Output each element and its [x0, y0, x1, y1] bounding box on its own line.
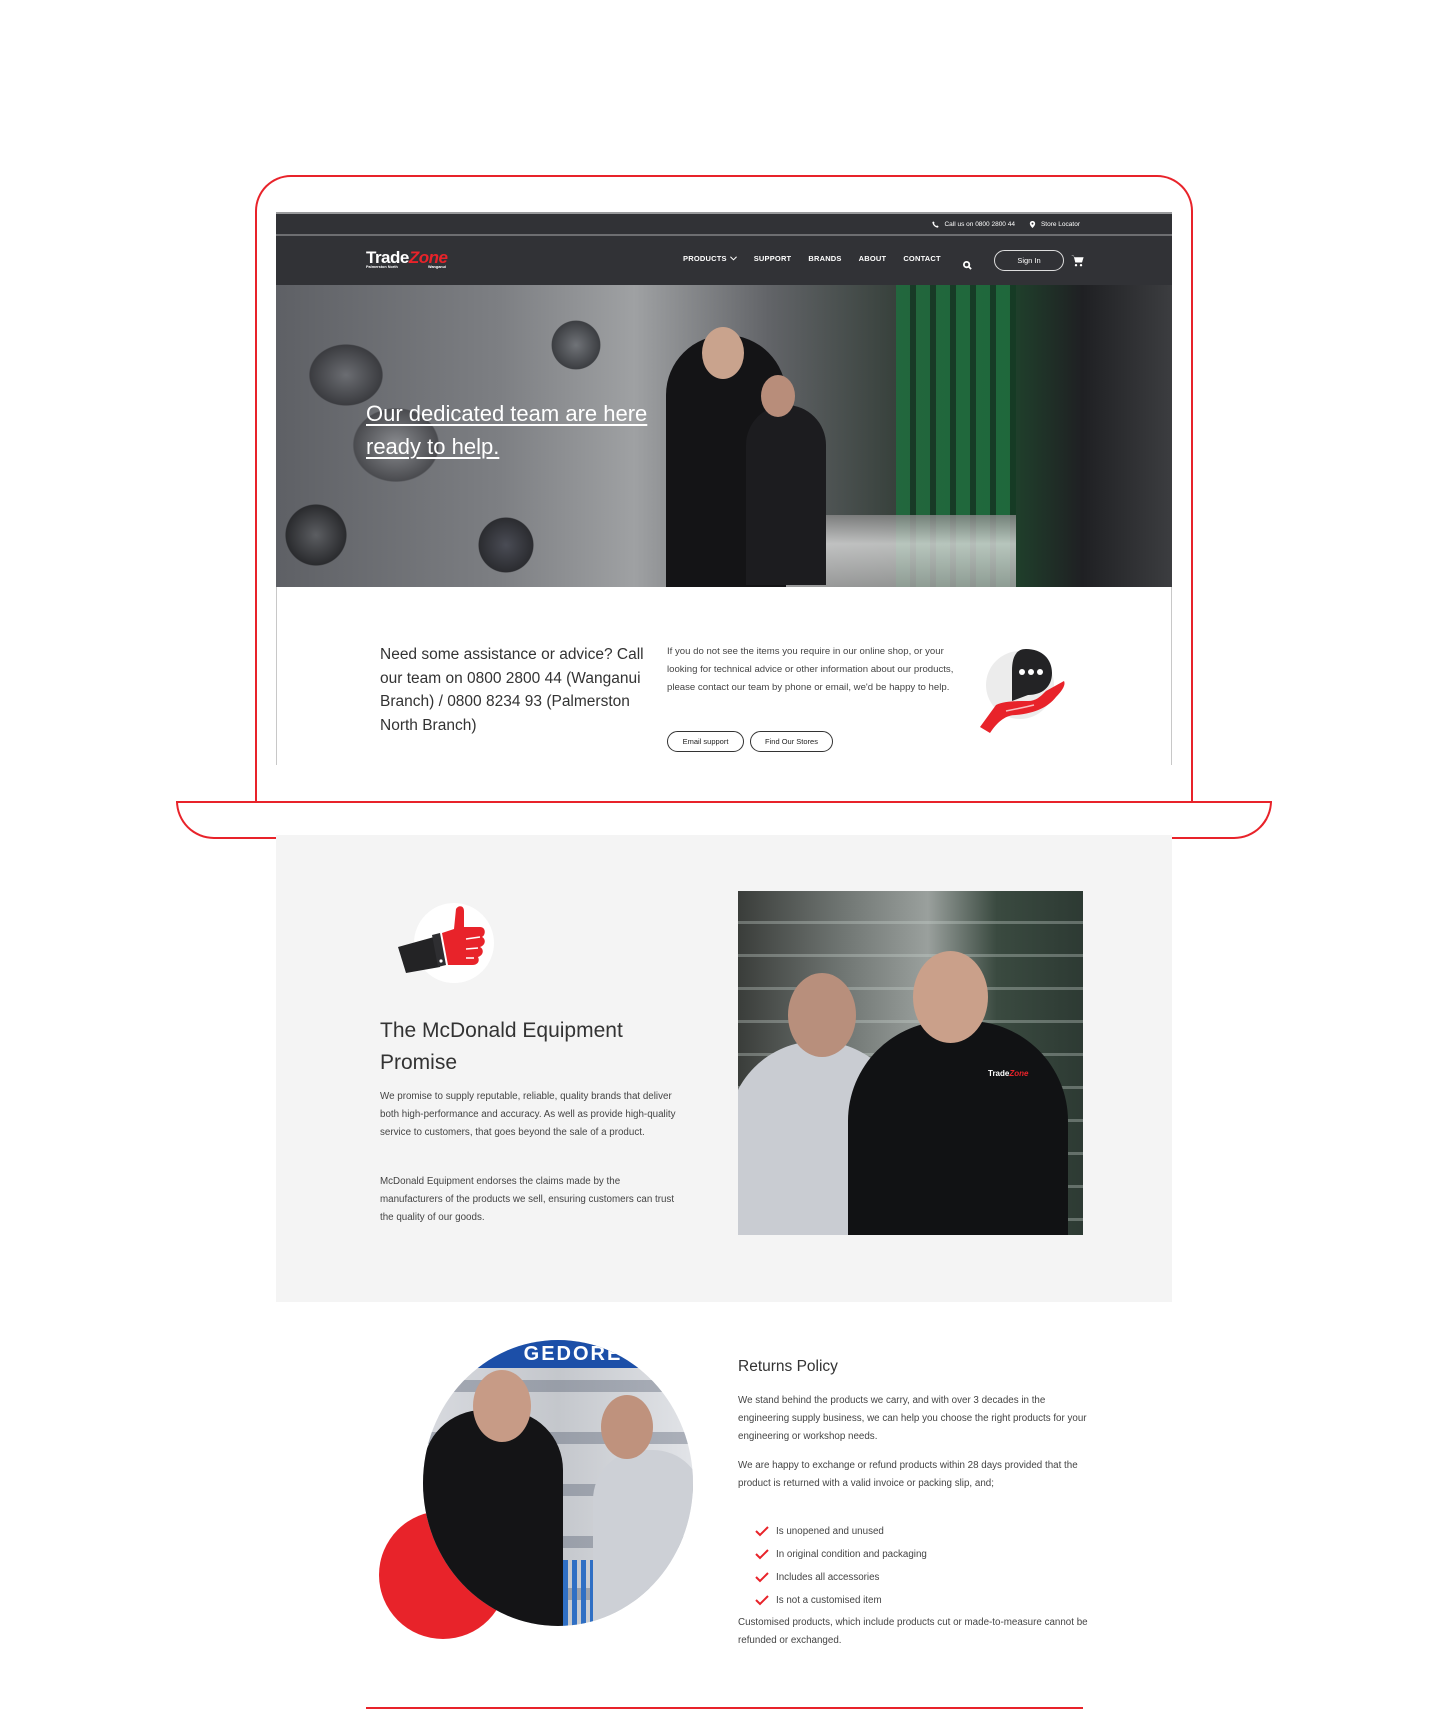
returns-paragraph-2: We are happy to exchange or refund produ…: [738, 1460, 1078, 1489]
returns-conditions-list: Is unopened and unused In original condi…: [755, 1520, 927, 1612]
returns-paragraph-1: We stand behind the products we carry, a…: [738, 1395, 1087, 1442]
promise-photo-staff: [848, 1021, 1068, 1235]
returns-photo-group: GEDORE: [379, 1340, 709, 1640]
promise-photo-shirt-logo: TradeZone: [988, 1069, 1028, 1078]
returns-photo-customer-head: [601, 1395, 653, 1459]
store-locator-link[interactable]: Store Locator: [1029, 220, 1080, 228]
returns-photo-customer: [593, 1450, 693, 1626]
hero-banner: Our dedicated team are here ready to hel…: [276, 285, 1172, 587]
contact-heading: Need some assistance or advice? Call our…: [380, 646, 644, 734]
list-item: Is not a customised item: [755, 1589, 927, 1612]
condition-label: Is unopened and unused: [776, 1526, 884, 1537]
hero-photo-head-2: [761, 375, 795, 417]
checkmark-icon: [755, 1595, 769, 1606]
nav-about[interactable]: ABOUT: [859, 254, 887, 263]
condition-label: Is not a customised item: [776, 1595, 882, 1606]
promise-paragraph-1: We promise to supply reputable, reliable…: [380, 1091, 676, 1138]
phone-icon: [932, 220, 940, 228]
checkmark-icon: [755, 1572, 769, 1583]
returns-title: Returns Policy: [738, 1358, 838, 1375]
shirt-logo-trade: Trade: [988, 1069, 1010, 1078]
map-pin-icon: [1029, 220, 1036, 228]
promise-photo-staff-head: [913, 951, 988, 1043]
checkmark-icon: [755, 1526, 769, 1537]
checkmark-icon: [755, 1549, 769, 1560]
nav-contact-label: CONTACT: [903, 254, 941, 263]
cart-icon: [1071, 255, 1084, 267]
nav-products[interactable]: PRODUCTS: [683, 254, 737, 263]
utility-bar: Call us on 0800 2800 44 Store Locator: [276, 212, 1172, 236]
chevron-down-icon: [729, 256, 737, 261]
shirt-logo-zone: Zone: [1009, 1069, 1029, 1078]
browser-screen: Call us on 0800 2800 44 Store Locator Tr…: [276, 212, 1172, 765]
list-item: Is unopened and unused: [755, 1520, 927, 1543]
call-us-link[interactable]: Call us on 0800 2800 44: [932, 220, 1015, 228]
returns-footnote: Customised products, which include produ…: [738, 1617, 1088, 1646]
sign-in-button[interactable]: Sign In: [994, 250, 1064, 271]
hero-photo-head-1: [702, 327, 744, 379]
find-stores-button[interactable]: Find Our Stores: [750, 731, 833, 752]
main-nav: TradeZone Palmerston North Wanganui PRODU…: [276, 236, 1172, 285]
email-support-button[interactable]: Email support: [667, 731, 744, 752]
promise-title: The McDonald Equipment Promise: [380, 1019, 623, 1074]
cart-button[interactable]: [1071, 254, 1084, 267]
condition-label: Includes all accessories: [776, 1572, 880, 1583]
contact-section: Need some assistance or advice? Call our…: [276, 587, 1172, 765]
nav-links: PRODUCTS SUPPORT BRANDS ABOUT CONTACT: [683, 254, 941, 263]
promise-paragraph-2: McDonald Equipment endorses the claims m…: [380, 1176, 675, 1223]
returns-photo-staff: [423, 1410, 563, 1626]
thumbs-up-icon: [398, 903, 494, 983]
returns-photo-tools: [563, 1560, 593, 1626]
nav-brands[interactable]: BRANDS: [808, 254, 841, 263]
nav-contact[interactable]: CONTACT: [903, 254, 941, 263]
hero-headline-link[interactable]: Our dedicated team are here ready to hel…: [366, 397, 656, 463]
store-locator-label: Store Locator: [1040, 220, 1080, 228]
condition-label: In original condition and packaging: [776, 1549, 927, 1560]
chat-hand-icon: [980, 649, 1065, 733]
nav-support-label: SUPPORT: [753, 254, 792, 263]
laptop-base-outline: [176, 801, 1272, 839]
section-divider-red: [366, 1707, 1083, 1709]
list-item: In original condition and packaging: [755, 1543, 927, 1566]
nav-support[interactable]: SUPPORT: [754, 254, 792, 263]
search-button[interactable]: [963, 257, 972, 270]
list-item: Includes all accessories: [755, 1566, 927, 1589]
tradezone-logo[interactable]: TradeZone Palmerston North Wanganui: [366, 249, 458, 273]
returns-photo-banner: GEDORE: [453, 1340, 693, 1368]
promise-photo-customer-head: [788, 973, 856, 1057]
returns-photo-staff-head: [473, 1370, 531, 1442]
promise-section: The McDonald Equipment Promise We promis…: [276, 835, 1172, 1302]
nav-brands-label: BRANDS: [808, 254, 842, 263]
returns-photo: GEDORE: [423, 1340, 693, 1626]
search-icon: [963, 261, 972, 270]
call-us-label: Call us on 0800 2800 44: [944, 220, 1015, 228]
logo-sub-right: Wanganui: [428, 265, 446, 269]
nav-about-label: ABOUT: [858, 254, 887, 263]
promise-photo: TradeZone: [738, 891, 1083, 1235]
contact-body: If you do not see the items you require …: [667, 646, 954, 693]
hero-photo-staff-2: [746, 405, 826, 585]
nav-products-label: PRODUCTS: [683, 254, 727, 263]
logo-sub-left: Palmerston North: [366, 265, 398, 269]
